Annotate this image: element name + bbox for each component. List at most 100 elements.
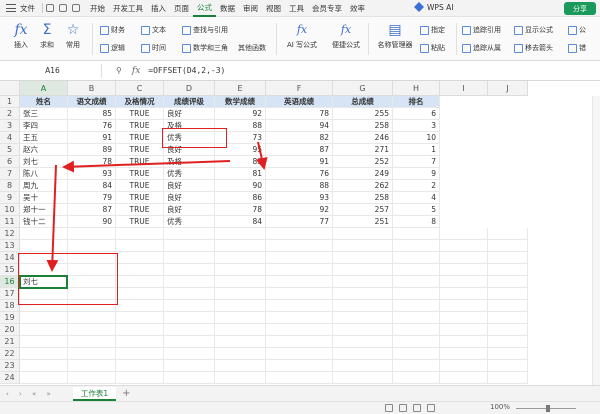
empty-cell[interactable] <box>68 240 116 252</box>
table-cell[interactable]: 249 <box>333 168 393 180</box>
empty-cell[interactable] <box>393 360 440 372</box>
empty-cell[interactable] <box>393 336 440 348</box>
table-cell[interactable]: 257 <box>333 204 393 216</box>
empty-cell[interactable] <box>116 288 164 300</box>
name-manager-button[interactable]: ▤ 名称管理器 <box>374 19 416 50</box>
sheet-tab[interactable]: 工作表1 <box>72 386 117 401</box>
table-cell[interactable]: 93 <box>68 168 116 180</box>
column-header-d[interactable]: D <box>164 81 215 96</box>
row-header-7[interactable]: 7 <box>0 168 20 180</box>
empty-cell[interactable] <box>440 360 488 372</box>
empty-cell[interactable] <box>266 324 333 336</box>
table-cell[interactable]: 76 <box>266 168 333 180</box>
table-cell[interactable]: 3 <box>393 120 440 132</box>
empty-cell[interactable] <box>333 276 393 288</box>
empty-cell[interactable] <box>215 276 266 288</box>
empty-cell[interactable] <box>20 312 68 324</box>
table-cell[interactable]: 良好 <box>164 204 215 216</box>
menu-formula[interactable]: 公式 <box>193 0 216 17</box>
column-header-i[interactable]: I <box>440 81 488 96</box>
empty-cell[interactable] <box>266 372 333 384</box>
table-cell[interactable]: 84 <box>215 216 266 228</box>
empty-cell[interactable] <box>333 228 393 240</box>
column-header-e[interactable]: E <box>215 81 266 96</box>
quick-formula-button[interactable]: fx 便捷公式 <box>326 19 366 50</box>
menu-page[interactable]: 页面 <box>170 3 193 14</box>
empty-cell[interactable] <box>333 324 393 336</box>
table-cell[interactable]: 良好 <box>164 192 215 204</box>
row-header-4[interactable]: 4 <box>0 132 20 144</box>
table-cell[interactable]: 优秀 <box>164 168 215 180</box>
table-cell[interactable]: 81 <box>215 168 266 180</box>
empty-cell[interactable] <box>215 336 266 348</box>
empty-cell[interactable] <box>440 336 488 348</box>
row-header-1[interactable]: 1 <box>0 96 20 108</box>
page-break-icon[interactable] <box>413 404 421 412</box>
logic-button[interactable]: 逻辑 <box>100 43 125 53</box>
empty-cell[interactable] <box>440 276 488 288</box>
row-header-2[interactable]: 2 <box>0 108 20 120</box>
remove-arrows-button[interactable]: 移去箭头 <box>514 43 553 53</box>
menu-file[interactable]: 文件 <box>16 3 39 14</box>
empty-cell[interactable] <box>266 300 333 312</box>
row-header-20[interactable]: 20 <box>0 324 20 336</box>
empty-cell[interactable] <box>164 288 215 300</box>
table-cell[interactable]: 88 <box>266 180 333 192</box>
table-cell[interactable]: 258 <box>333 192 393 204</box>
row-header-14[interactable]: 14 <box>0 252 20 264</box>
empty-cell[interactable] <box>215 252 266 264</box>
empty-cell[interactable] <box>164 324 215 336</box>
row-header-17[interactable]: 17 <box>0 288 20 300</box>
table-header-cell[interactable]: 语文成绩 <box>68 96 116 108</box>
column-header-c[interactable]: C <box>116 81 164 96</box>
empty-cell[interactable] <box>215 360 266 372</box>
trace-dependents-button[interactable]: 追踪从属 <box>462 43 501 53</box>
empty-cell[interactable] <box>20 228 68 240</box>
table-cell[interactable]: TRUE <box>116 108 164 120</box>
empty-cell[interactable] <box>116 264 164 276</box>
row-header-5[interactable]: 5 <box>0 144 20 156</box>
empty-cell[interactable] <box>333 360 393 372</box>
empty-cell[interactable] <box>215 324 266 336</box>
share-button[interactable]: 分享 <box>564 2 596 15</box>
table-cell[interactable]: 张三 <box>20 108 68 120</box>
menu-developer[interactable]: 开发工具 <box>109 3 147 14</box>
empty-cell[interactable] <box>333 312 393 324</box>
column-header-f[interactable]: F <box>266 81 333 96</box>
table-cell[interactable]: 94 <box>266 120 333 132</box>
empty-cell[interactable] <box>116 348 164 360</box>
menu-tools[interactable]: 工具 <box>285 3 308 14</box>
empty-cell[interactable] <box>266 252 333 264</box>
empty-cell[interactable] <box>215 228 266 240</box>
empty-cell[interactable] <box>440 312 488 324</box>
row-header-16[interactable]: 16 <box>0 276 20 288</box>
empty-cell[interactable] <box>266 312 333 324</box>
table-cell[interactable]: 92 <box>215 108 266 120</box>
empty-cell[interactable] <box>164 264 215 276</box>
menu-icon[interactable] <box>6 4 16 12</box>
empty-cell[interactable] <box>116 228 164 240</box>
empty-cell[interactable] <box>440 348 488 360</box>
empty-cell[interactable] <box>488 240 528 252</box>
table-cell[interactable]: 87 <box>68 204 116 216</box>
empty-cell[interactable] <box>333 252 393 264</box>
empty-cell[interactable] <box>266 336 333 348</box>
table-cell[interactable]: 251 <box>333 216 393 228</box>
menu-review[interactable]: 审阅 <box>239 3 262 14</box>
empty-cell[interactable] <box>393 348 440 360</box>
table-cell[interactable]: 9 <box>393 168 440 180</box>
row-header-3[interactable]: 3 <box>0 120 20 132</box>
empty-cell[interactable] <box>488 288 528 300</box>
row-header-9[interactable]: 9 <box>0 192 20 204</box>
empty-cell[interactable] <box>164 276 215 288</box>
empty-cell[interactable] <box>164 372 215 384</box>
table-cell[interactable]: TRUE <box>116 204 164 216</box>
empty-cell[interactable] <box>215 348 266 360</box>
table-cell[interactable]: 78 <box>68 156 116 168</box>
empty-cell[interactable] <box>116 372 164 384</box>
empty-cell[interactable] <box>116 300 164 312</box>
table-cell[interactable]: 钱十二 <box>20 216 68 228</box>
empty-cell[interactable] <box>116 252 164 264</box>
empty-cell[interactable] <box>20 336 68 348</box>
wps-ai-button[interactable]: WPS AI <box>414 2 453 12</box>
